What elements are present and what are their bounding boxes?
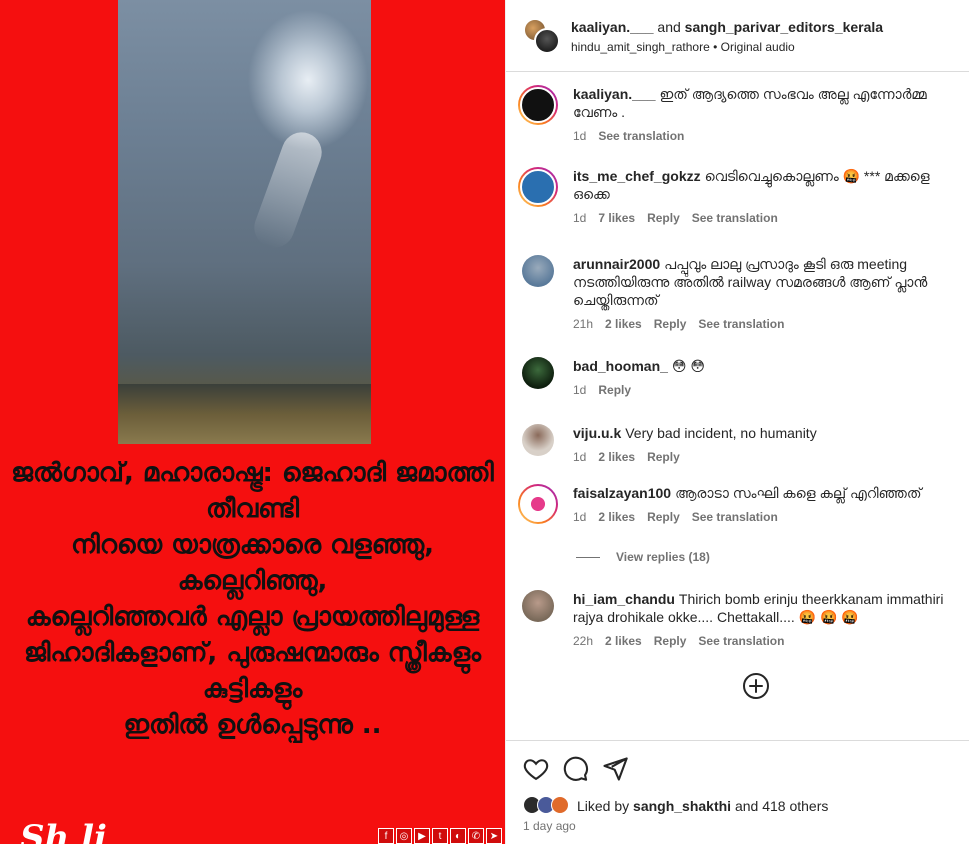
comment-username[interactable]: viju.u.k (573, 425, 621, 441)
post-media[interactable]: ജൽഗാവ്, മഹാരാഷ്ട്ര: ജെഹാദി ജമാത്തി തീവണ്… (0, 0, 505, 844)
post-header: kaaliyan.___ and sangh_parivar_editors_k… (506, 0, 969, 72)
plus-icon (749, 679, 763, 693)
comments-list[interactable]: kaaliyan.___ ഇത് ആദ്യത്തെ സംഭവം അല്ല എന്ന… (506, 73, 969, 738)
and-label: and (657, 19, 681, 35)
comment-time[interactable]: 1d (573, 383, 586, 397)
comment-text: ആരാടാ സംഘി കളെ കല്ല് എറിഞ്ഞത് (675, 485, 922, 501)
reply-button[interactable]: Reply (647, 510, 680, 524)
divider (576, 556, 600, 558)
liked-by-user-link[interactable]: sangh_shakthi (633, 798, 731, 814)
reply-button[interactable]: Reply (598, 383, 631, 397)
comment-username[interactable]: its_me_chef_gokzz (573, 168, 701, 184)
avatar[interactable] (522, 590, 554, 622)
share-icon[interactable] (601, 755, 629, 783)
comment-text: Very bad incident, no humanity (625, 425, 817, 441)
comment-icon[interactable] (561, 755, 589, 783)
telegram-icon: ➤ (486, 828, 502, 844)
comment-time[interactable]: 1d (573, 129, 586, 143)
comment-username[interactable]: arunnair2000 (573, 256, 660, 272)
comment-username[interactable]: hi_iam_chandu (573, 591, 675, 607)
avatar[interactable] (518, 167, 558, 207)
media-watermark: Sh li (20, 818, 107, 844)
audio-link[interactable]: Original audio (721, 40, 795, 54)
comment-time[interactable]: 1d (573, 510, 586, 524)
view-replies-label[interactable]: View replies (18) (616, 550, 710, 564)
video-floor (118, 384, 371, 444)
twitter-icon: t (432, 828, 448, 844)
avatar[interactable] (518, 85, 558, 125)
collab-avatars[interactable] (523, 18, 563, 54)
post-authors: kaaliyan.___ and sangh_parivar_editors_k… (571, 19, 883, 35)
see-translation-button[interactable]: See translation (698, 634, 784, 648)
avatar[interactable] (551, 796, 569, 814)
comment-likes[interactable]: 7 likes (598, 211, 635, 225)
see-translation-button[interactable]: See translation (692, 510, 778, 524)
see-translation-button[interactable]: See translation (598, 129, 684, 143)
post-actions: Liked by sangh_shakthi and 418 others 1 … (506, 740, 969, 844)
comment-time[interactable]: 21h (573, 317, 593, 331)
liked-by-prefix: Liked by (577, 798, 630, 814)
liked-by-others[interactable]: and 418 others (735, 798, 828, 814)
view-replies-button[interactable]: View replies (18) (576, 550, 710, 564)
comment-time[interactable]: 22h (573, 634, 593, 648)
whatsapp-icon: ✆ (468, 828, 484, 844)
comment-username[interactable]: faisalzayan100 (573, 485, 671, 501)
comment-username[interactable]: kaaliyan.___ (573, 86, 656, 102)
heart-icon[interactable] (522, 755, 550, 783)
comment-likes[interactable]: 2 likes (598, 510, 635, 524)
reply-button[interactable]: Reply (654, 317, 687, 331)
comment-likes[interactable]: 2 likes (605, 317, 642, 331)
video-highlight (248, 126, 328, 254)
post-side-panel: kaaliyan.___ and sangh_parivar_editors_k… (505, 0, 969, 844)
load-more-comments-button[interactable] (743, 673, 769, 699)
liked-by-row: Liked by sangh_shakthi and 418 others (523, 796, 828, 816)
avatar[interactable] (522, 357, 554, 389)
comment-time[interactable]: 1d (573, 211, 586, 225)
reply-button[interactable]: Reply (647, 450, 680, 464)
separator: • (713, 40, 718, 54)
instagram-icon: ◎ (396, 828, 412, 844)
audio-line: hindu_amit_singh_rathore • Original audi… (571, 40, 795, 54)
threads-icon: ◐ (450, 828, 466, 844)
see-translation-button[interactable]: See translation (698, 317, 784, 331)
avatar[interactable] (534, 28, 560, 54)
media-caption-overlay: ജൽഗാവ്, മഹാരാഷ്ട്ര: ജെഹാദി ജമാത്തി തീവണ്… (11, 458, 494, 740)
comment-likes[interactable]: 2 likes (598, 450, 635, 464)
reply-button[interactable]: Reply (654, 634, 687, 648)
post-timestamp[interactable]: 1 day ago (523, 819, 576, 833)
avatar[interactable] (522, 255, 554, 287)
facebook-icon: f (378, 828, 394, 844)
comment-time[interactable]: 1d (573, 450, 586, 464)
video-frame[interactable] (118, 0, 371, 444)
liker-avatars[interactable] (523, 796, 573, 816)
avatar[interactable] (518, 484, 558, 524)
comment-text: 😳 😳 (671, 358, 705, 374)
comment-username[interactable]: bad_hooman_ (573, 358, 668, 374)
see-translation-button[interactable]: See translation (692, 211, 778, 225)
comment-likes[interactable]: 2 likes (605, 634, 642, 648)
reply-button[interactable]: Reply (647, 211, 680, 225)
youtube-icon: ▶ (414, 828, 430, 844)
author-link[interactable]: sangh_parivar_editors_kerala (685, 19, 883, 35)
social-icons-strip: f ◎ ▶ t ◐ ✆ ➤ (378, 828, 502, 844)
author-link[interactable]: kaaliyan.___ (571, 19, 654, 35)
audio-user-link[interactable]: hindu_amit_singh_rathore (571, 40, 710, 54)
avatar[interactable] (522, 424, 554, 456)
